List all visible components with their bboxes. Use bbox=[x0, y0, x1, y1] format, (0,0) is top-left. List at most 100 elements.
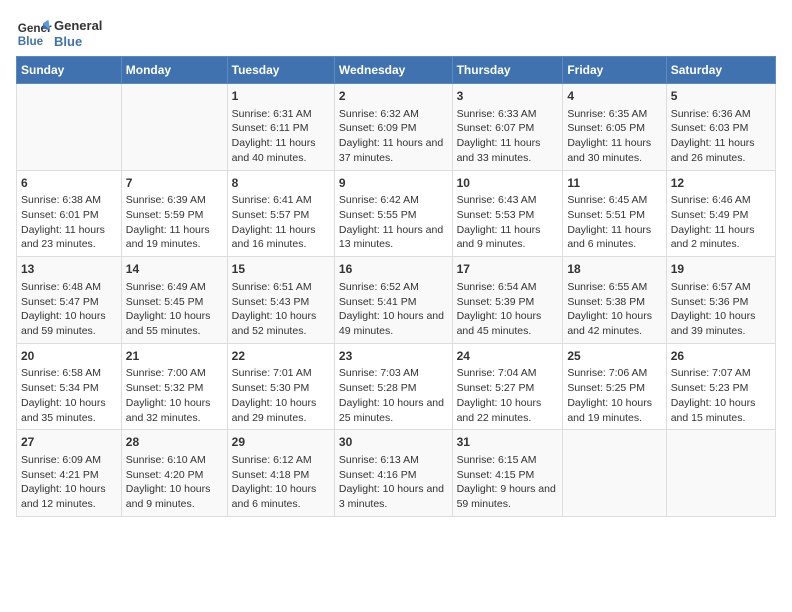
day-number: 30 bbox=[339, 434, 448, 451]
calendar-cell: 6Sunrise: 6:38 AM Sunset: 6:01 PM Daylig… bbox=[17, 170, 122, 257]
calendar-cell: 13 Sunrise: 6:48 AM Sunset: 5:47 PM Dayli… bbox=[17, 257, 122, 344]
day-info: Sunrise: 6:43 AM Sunset: 5:53 PM Dayligh… bbox=[457, 193, 559, 252]
day-info: Sunrise: 6:39 AM Sunset: 5:59 PM Dayligh… bbox=[126, 193, 223, 252]
logo: General Blue General Blue bbox=[16, 16, 102, 52]
day-number: 21 bbox=[126, 348, 223, 365]
day-header-saturday: Saturday bbox=[666, 57, 775, 84]
day-number: 2 bbox=[339, 88, 448, 105]
day-number: 31 bbox=[457, 434, 559, 451]
calendar-cell bbox=[666, 430, 775, 517]
day-info: Sunrise: 6:41 AM Sunset: 5:57 PM Dayligh… bbox=[232, 193, 330, 252]
day-info: Sunrise: 6:57 AM Sunset: 5:36 PM Dayligh… bbox=[671, 280, 771, 339]
day-info: Sunrise: 6:38 AM Sunset: 6:01 PM Dayligh… bbox=[21, 193, 117, 252]
day-number: 29 bbox=[232, 434, 330, 451]
day-number: 9 bbox=[339, 175, 448, 192]
day-number: 1 bbox=[232, 88, 330, 105]
day-number: 5 bbox=[671, 88, 771, 105]
day-info: Sunrise: 7:00 AM Sunset: 5:32 PM Dayligh… bbox=[126, 366, 223, 425]
day-number: 27 bbox=[21, 434, 117, 451]
calendar-week-5: 27 Sunrise: 6:09 AM Sunset: 4:21 PM Dayli… bbox=[17, 430, 776, 517]
calendar-cell bbox=[17, 84, 122, 171]
calendar-cell: 26Sunrise: 7:07 AM Sunset: 5:23 PM Dayli… bbox=[666, 343, 775, 430]
day-number: 15 bbox=[232, 261, 330, 278]
calendar-cell: 15 Sunrise: 6:51 AM Sunset: 5:43 PM Dayli… bbox=[227, 257, 334, 344]
day-info: Sunrise: 6:12 AM Sunset: 4:18 PM Dayligh… bbox=[232, 453, 330, 512]
day-number: 22 bbox=[232, 348, 330, 365]
calendar-cell: 20Sunrise: 6:58 AM Sunset: 5:34 PM Dayli… bbox=[17, 343, 122, 430]
calendar-cell bbox=[121, 84, 227, 171]
calendar-cell: 22Sunrise: 7:01 AM Sunset: 5:30 PM Dayli… bbox=[227, 343, 334, 430]
calendar-cell: 16 Sunrise: 6:52 AM Sunset: 5:41 PM Dayli… bbox=[334, 257, 452, 344]
day-info: Sunrise: 6:55 AM Sunset: 5:38 PM Dayligh… bbox=[567, 280, 661, 339]
day-info: Sunrise: 7:07 AM Sunset: 5:23 PM Dayligh… bbox=[671, 366, 771, 425]
day-number: 13 bbox=[21, 261, 117, 278]
calendar-week-1: 1Sunrise: 6:31 AM Sunset: 6:11 PM Daylig… bbox=[17, 84, 776, 171]
calendar-week-3: 13 Sunrise: 6:48 AM Sunset: 5:47 PM Dayli… bbox=[17, 257, 776, 344]
day-info: Sunrise: 6:45 AM Sunset: 5:51 PM Dayligh… bbox=[567, 193, 661, 252]
day-header-monday: Monday bbox=[121, 57, 227, 84]
day-number: 3 bbox=[457, 88, 559, 105]
calendar-cell: 31 Sunrise: 6:15 AM Sunset: 4:15 PM Dayli… bbox=[452, 430, 563, 517]
day-info: Sunrise: 6:33 AM Sunset: 6:07 PM Dayligh… bbox=[457, 107, 559, 166]
day-number: 8 bbox=[232, 175, 330, 192]
day-number: 7 bbox=[126, 175, 223, 192]
calendar-cell: 9Sunrise: 6:42 AM Sunset: 5:55 PM Daylig… bbox=[334, 170, 452, 257]
calendar-cell: 21Sunrise: 7:00 AM Sunset: 5:32 PM Dayli… bbox=[121, 343, 227, 430]
calendar-cell: 25Sunrise: 7:06 AM Sunset: 5:25 PM Dayli… bbox=[563, 343, 666, 430]
calendar-cell: 11Sunrise: 6:45 AM Sunset: 5:51 PM Dayli… bbox=[563, 170, 666, 257]
day-number: 19 bbox=[671, 261, 771, 278]
day-info: Sunrise: 7:01 AM Sunset: 5:30 PM Dayligh… bbox=[232, 366, 330, 425]
day-info: Sunrise: 6:58 AM Sunset: 5:34 PM Dayligh… bbox=[21, 366, 117, 425]
calendar-header-row: SundayMondayTuesdayWednesdayThursdayFrid… bbox=[17, 57, 776, 84]
calendar-cell: 1Sunrise: 6:31 AM Sunset: 6:11 PM Daylig… bbox=[227, 84, 334, 171]
svg-text:Blue: Blue bbox=[18, 35, 44, 48]
logo-icon: General Blue bbox=[16, 16, 52, 52]
day-number: 20 bbox=[21, 348, 117, 365]
day-number: 14 bbox=[126, 261, 223, 278]
day-number: 16 bbox=[339, 261, 448, 278]
day-header-tuesday: Tuesday bbox=[227, 57, 334, 84]
day-info: Sunrise: 6:15 AM Sunset: 4:15 PM Dayligh… bbox=[457, 453, 559, 512]
calendar-cell: 30 Sunrise: 6:13 AM Sunset: 4:16 PM Dayli… bbox=[334, 430, 452, 517]
day-info: Sunrise: 6:13 AM Sunset: 4:16 PM Dayligh… bbox=[339, 453, 448, 512]
day-number: 26 bbox=[671, 348, 771, 365]
calendar-cell: 4Sunrise: 6:35 AM Sunset: 6:05 PM Daylig… bbox=[563, 84, 666, 171]
calendar-cell: 19 Sunrise: 6:57 AM Sunset: 5:36 PM Dayli… bbox=[666, 257, 775, 344]
day-header-wednesday: Wednesday bbox=[334, 57, 452, 84]
day-info: Sunrise: 6:46 AM Sunset: 5:49 PM Dayligh… bbox=[671, 193, 771, 252]
day-number: 18 bbox=[567, 261, 661, 278]
day-info: Sunrise: 6:51 AM Sunset: 5:43 PM Dayligh… bbox=[232, 280, 330, 339]
day-info: Sunrise: 6:49 AM Sunset: 5:45 PM Dayligh… bbox=[126, 280, 223, 339]
day-info: Sunrise: 7:04 AM Sunset: 5:27 PM Dayligh… bbox=[457, 366, 559, 425]
day-info: Sunrise: 6:54 AM Sunset: 5:39 PM Dayligh… bbox=[457, 280, 559, 339]
calendar-cell: 27 Sunrise: 6:09 AM Sunset: 4:21 PM Dayli… bbox=[17, 430, 122, 517]
day-info: Sunrise: 6:32 AM Sunset: 6:09 PM Dayligh… bbox=[339, 107, 448, 166]
day-number: 4 bbox=[567, 88, 661, 105]
day-header-sunday: Sunday bbox=[17, 57, 122, 84]
calendar-cell: 5Sunrise: 6:36 AM Sunset: 6:03 PM Daylig… bbox=[666, 84, 775, 171]
calendar-week-2: 6Sunrise: 6:38 AM Sunset: 6:01 PM Daylig… bbox=[17, 170, 776, 257]
day-info: Sunrise: 6:48 AM Sunset: 5:47 PM Dayligh… bbox=[21, 280, 117, 339]
day-number: 6 bbox=[21, 175, 117, 192]
day-info: Sunrise: 6:09 AM Sunset: 4:21 PM Dayligh… bbox=[21, 453, 117, 512]
calendar-cell: 8Sunrise: 6:41 AM Sunset: 5:57 PM Daylig… bbox=[227, 170, 334, 257]
day-number: 23 bbox=[339, 348, 448, 365]
day-number: 24 bbox=[457, 348, 559, 365]
day-number: 12 bbox=[671, 175, 771, 192]
calendar-table: SundayMondayTuesdayWednesdayThursdayFrid… bbox=[16, 56, 776, 517]
calendar-cell: 10Sunrise: 6:43 AM Sunset: 5:53 PM Dayli… bbox=[452, 170, 563, 257]
calendar-cell: 2 Sunrise: 6:32 AM Sunset: 6:09 PM Daylig… bbox=[334, 84, 452, 171]
day-number: 11 bbox=[567, 175, 661, 192]
page-header: General Blue General Blue bbox=[16, 16, 776, 52]
calendar-cell: 7Sunrise: 6:39 AM Sunset: 5:59 PM Daylig… bbox=[121, 170, 227, 257]
day-info: Sunrise: 6:52 AM Sunset: 5:41 PM Dayligh… bbox=[339, 280, 448, 339]
calendar-week-4: 20Sunrise: 6:58 AM Sunset: 5:34 PM Dayli… bbox=[17, 343, 776, 430]
day-header-friday: Friday bbox=[563, 57, 666, 84]
day-info: Sunrise: 6:42 AM Sunset: 5:55 PM Dayligh… bbox=[339, 193, 448, 252]
calendar-cell: 23Sunrise: 7:03 AM Sunset: 5:28 PM Dayli… bbox=[334, 343, 452, 430]
day-info: Sunrise: 7:06 AM Sunset: 5:25 PM Dayligh… bbox=[567, 366, 661, 425]
calendar-cell: 28Sunrise: 6:10 AM Sunset: 4:20 PM Dayli… bbox=[121, 430, 227, 517]
calendar-cell: 24Sunrise: 7:04 AM Sunset: 5:27 PM Dayli… bbox=[452, 343, 563, 430]
calendar-cell: 29 Sunrise: 6:12 AM Sunset: 4:18 PM Dayli… bbox=[227, 430, 334, 517]
day-number: 17 bbox=[457, 261, 559, 278]
